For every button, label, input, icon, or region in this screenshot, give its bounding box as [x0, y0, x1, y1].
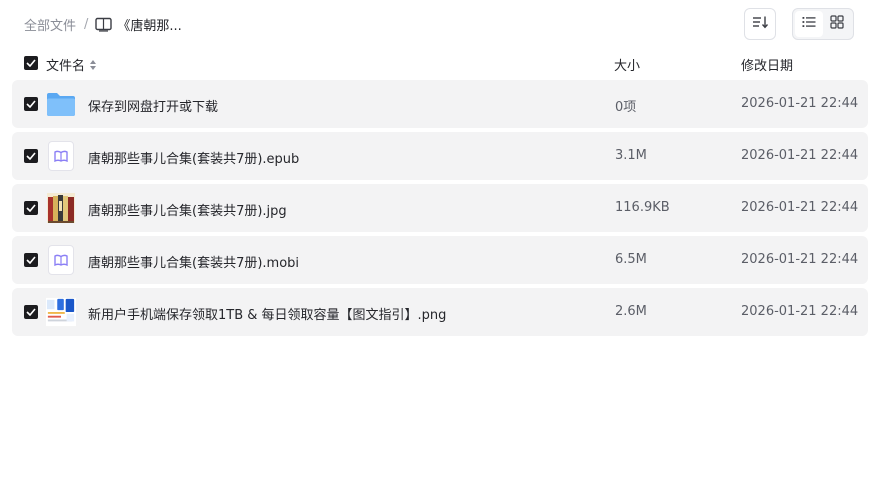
check-icon — [26, 152, 36, 160]
file-name: 新用户手机端保存领取1TB & 每日领取容量【图文指引】.png — [88, 308, 447, 323]
grid-view-icon — [830, 15, 844, 33]
check-icon — [26, 204, 36, 212]
size-column-header[interactable]: 大小 — [614, 55, 640, 74]
file-date: 2026-01-21 22:44 — [741, 200, 859, 215]
sort-arrows-icon — [89, 59, 97, 71]
name-column-header[interactable]: 文件名 — [46, 55, 97, 74]
name-column-label: 文件名 — [46, 59, 86, 74]
check-icon — [26, 308, 36, 316]
row-checkbox[interactable] — [24, 201, 38, 215]
file-row[interactable]: 唐朝那些事儿合集(套装共7册).epub 3.1M 2026-01-21 22:… — [12, 132, 868, 180]
book-icon — [95, 17, 113, 32]
folder-icon — [46, 89, 76, 119]
file-name: 保存到网盘打开或下载 — [88, 100, 219, 115]
row-checkbox[interactable] — [24, 253, 38, 267]
breadcrumb-root-link[interactable]: 全部文件 — [24, 15, 76, 34]
row-checkbox[interactable] — [24, 149, 38, 163]
file-size: 116.9KB — [615, 200, 670, 215]
file-size: 6.5M — [615, 252, 647, 267]
file-row[interactable]: 保存到网盘打开或下载 0项 2026-01-21 22:44 — [12, 80, 868, 128]
file-list: 保存到网盘打开或下载 0项 2026-01-21 22:44 唐朝那些事儿合集(… — [12, 80, 868, 340]
list-view-button[interactable] — [795, 11, 823, 37]
file-date: 2026-01-21 22:44 — [741, 304, 859, 319]
breadcrumb-separator: / — [84, 16, 89, 32]
ebook-icon — [46, 245, 76, 275]
breadcrumb: 全部文件 / 《唐朝那... — [24, 14, 182, 34]
select-all-checkbox[interactable] — [24, 56, 38, 70]
file-name: 唐朝那些事儿合集(套装共7册).mobi — [88, 256, 300, 271]
sort-button[interactable] — [744, 8, 776, 40]
file-row[interactable]: 唐朝那些事儿合集(套装共7册).jpg 116.9KB 2026-01-21 2… — [12, 184, 868, 232]
ebook-icon — [46, 141, 76, 171]
file-size: 2.6M — [615, 304, 647, 319]
file-row[interactable]: 新用户手机端保存领取1TB & 每日领取容量【图文指引】.png 2.6M 20… — [12, 288, 868, 336]
grid-view-button[interactable] — [823, 11, 851, 37]
file-list-header: 文件名 大小 修改日期 — [0, 52, 878, 76]
breadcrumb-current: 《唐朝那... — [117, 18, 182, 34]
list-view-icon — [802, 16, 816, 32]
file-row[interactable]: 唐朝那些事儿合集(套装共7册).mobi 6.5M 2026-01-21 22:… — [12, 236, 868, 284]
file-date: 2026-01-21 22:44 — [741, 96, 859, 111]
check-icon — [26, 256, 36, 264]
check-icon — [26, 100, 36, 108]
file-size: 3.1M — [615, 148, 647, 163]
file-name: 唐朝那些事儿合集(套装共7册).epub — [88, 152, 300, 167]
file-date: 2026-01-21 22:44 — [741, 252, 859, 267]
modified-column-header[interactable]: 修改日期 — [741, 55, 793, 74]
check-icon — [26, 59, 36, 67]
row-checkbox[interactable] — [24, 305, 38, 319]
file-name: 唐朝那些事儿合集(套装共7册).jpg — [88, 204, 287, 219]
file-date: 2026-01-21 22:44 — [741, 148, 859, 163]
book-cover-thumbnail — [46, 193, 76, 223]
screenshot-thumbnail — [46, 297, 76, 327]
toolbar: 全部文件 / 《唐朝那... — [0, 0, 878, 48]
file-size: 0项 — [615, 100, 637, 115]
sort-order-icon — [752, 15, 769, 33]
row-checkbox[interactable] — [24, 97, 38, 111]
view-toggle — [792, 8, 854, 40]
